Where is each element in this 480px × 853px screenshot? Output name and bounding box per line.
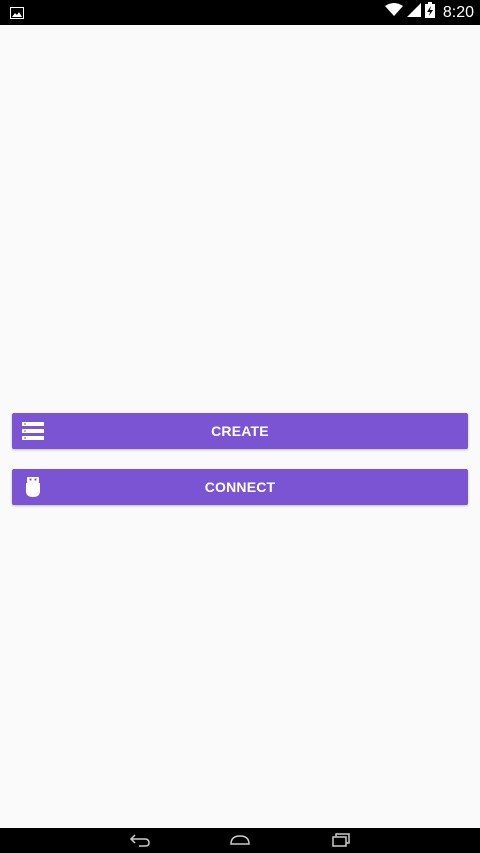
status-icons: 8:20 [384, 0, 474, 25]
back-icon[interactable] [129, 832, 151, 848]
recent-apps-icon[interactable] [330, 832, 352, 848]
status-bar: 8:20 [0, 0, 480, 25]
image-notification-icon [10, 6, 24, 19]
navigation-bar [0, 828, 480, 853]
connect-button-label: CONNECT [204, 479, 276, 495]
signal-icon [406, 3, 421, 22]
create-button-label: CREATE [211, 423, 269, 439]
home-icon[interactable] [229, 832, 251, 848]
battery-charging-icon [424, 2, 435, 23]
create-button[interactable]: CREATE [12, 413, 468, 449]
status-time: 8:20 [442, 3, 474, 21]
wifi-icon [384, 3, 403, 22]
usb-plug-icon [22, 477, 44, 497]
list-icon [22, 421, 44, 441]
main-content: CREATE CONNECT [0, 25, 480, 828]
connect-button[interactable]: CONNECT [12, 469, 468, 505]
